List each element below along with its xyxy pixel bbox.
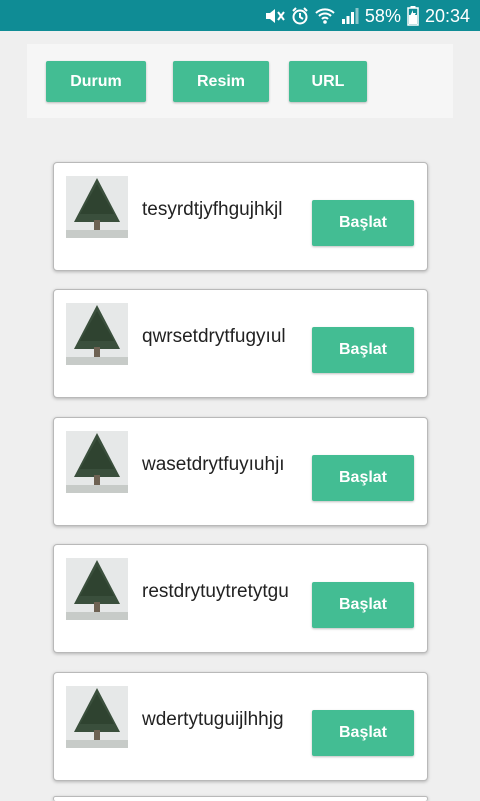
list-item: restdrytuytretytgu Başlat (53, 544, 428, 653)
wifi-icon (315, 7, 335, 25)
list-item: wdertytuguijlhhjg Başlat (53, 672, 428, 781)
url-button[interactable]: URL (289, 61, 367, 102)
clock-time: 20:34 (424, 5, 470, 26)
resim-button[interactable]: Resim (173, 61, 269, 102)
list-item: wasetdrytfuyıuhjı Başlat (53, 417, 428, 526)
tree-thumbnail-icon (66, 176, 128, 238)
alarm-icon (291, 7, 309, 25)
list-item: tesyrdtjyfhgujhkjl Başlat (53, 162, 428, 271)
battery-icon (407, 6, 419, 26)
start-button[interactable]: Başlat (312, 327, 414, 373)
signal-icon (341, 7, 359, 25)
item-title: wdertytuguijlhhjg (142, 709, 284, 730)
tree-thumbnail-icon (66, 303, 128, 365)
start-button[interactable]: Başlat (312, 710, 414, 756)
durum-button[interactable]: Durum (46, 61, 146, 102)
mute-icon (265, 7, 285, 25)
tree-thumbnail-icon (66, 686, 128, 748)
tree-thumbnail-icon (66, 558, 128, 620)
status-bar: 58% 20:34 (0, 0, 480, 31)
item-title: tesyrdtjyfhgujhkjl (142, 199, 283, 220)
start-button[interactable]: Başlat (312, 582, 414, 628)
item-title: qwrsetdrytfugyıul (142, 326, 286, 347)
top-toolbar: Durum Resim URL (27, 44, 453, 118)
start-button[interactable]: Başlat (312, 455, 414, 501)
item-title: restdrytuytretytgu (142, 581, 289, 602)
start-button[interactable]: Başlat (312, 200, 414, 246)
list-item: qwrsetdrytfugyıul Başlat (53, 289, 428, 398)
tree-thumbnail-icon (66, 431, 128, 493)
item-title: wasetdrytfuyıuhjı (142, 454, 285, 475)
battery-percent: 58% (364, 5, 401, 26)
list-item-partial (53, 796, 428, 801)
status-icons: 58% 20:34 (265, 4, 470, 28)
